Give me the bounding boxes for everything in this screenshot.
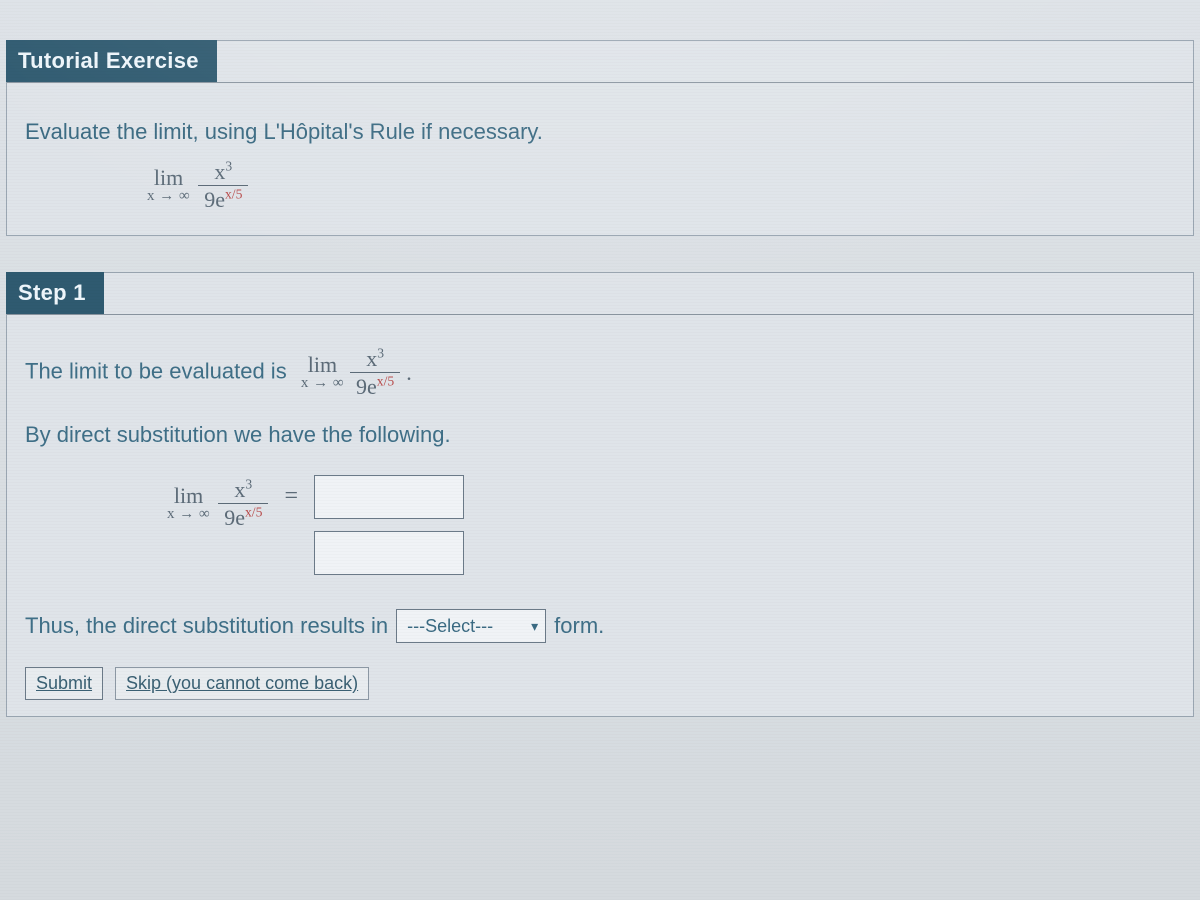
equals-sign: = — [275, 483, 309, 509]
lim-label: lim — [154, 166, 183, 189]
step1-section: Step 1 The limit to be evaluated is lim … — [6, 272, 1194, 717]
tutorial-section: Tutorial Exercise Evaluate the limit, us… — [6, 40, 1194, 236]
skip-link[interactable]: Skip (you cannot come back) — [115, 667, 369, 700]
tutorial-prompt: Evaluate the limit, using L'Hôpital's Ru… — [7, 101, 1193, 154]
step1-line3: Thus, the direct substitution results in… — [7, 599, 1193, 661]
limit-fraction: x3 9ex/5 — [350, 347, 400, 398]
step1-line1-prefix: The limit to be evaluated is — [25, 359, 287, 384]
limit-symbol: lim x → ∞ — [301, 353, 344, 392]
limit-fraction: x3 9ex/5 — [218, 478, 268, 529]
answer-fraction-inputs — [314, 475, 464, 575]
numerator-answer-input[interactable] — [314, 475, 464, 519]
fraction-denominator: 9ex/5 — [198, 188, 248, 211]
step1-substitution-equation: lim x → ∞ x3 9ex/5 = — [7, 457, 1193, 599]
tutorial-limit-expression: lim x → ∞ x3 9ex/5 — [7, 154, 1193, 235]
step1-line2: By direct substitution we have the follo… — [7, 404, 1193, 457]
step1-header: Step 1 — [6, 272, 104, 314]
step1-line3-prefix: Thus, the direct substitution results in — [25, 613, 388, 639]
page-root: Tutorial Exercise Evaluate the limit, us… — [0, 0, 1200, 900]
limit-fraction: x3 9ex/5 — [198, 160, 248, 211]
fraction-numerator: x3 — [208, 160, 238, 183]
tutorial-header: Tutorial Exercise — [6, 40, 217, 82]
section-divider — [7, 82, 1193, 83]
form-select[interactable]: ---Select--- — [396, 609, 546, 643]
submit-button[interactable]: Submit — [25, 667, 103, 700]
lim-approach: x → ∞ — [147, 189, 190, 205]
limit-symbol: lim x → ∞ — [167, 484, 210, 523]
form-select-wrap: ---Select--- ▾ — [396, 609, 546, 643]
step1-line1: The limit to be evaluated is lim x → ∞ x… — [7, 333, 1193, 404]
period: . — [406, 356, 412, 389]
section-divider — [7, 314, 1193, 315]
limit-symbol: lim x → ∞ — [147, 166, 190, 205]
step1-line3-suffix: form. — [554, 613, 604, 639]
denominator-answer-input[interactable] — [314, 531, 464, 575]
action-row: Submit Skip (you cannot come back) — [7, 661, 1193, 716]
